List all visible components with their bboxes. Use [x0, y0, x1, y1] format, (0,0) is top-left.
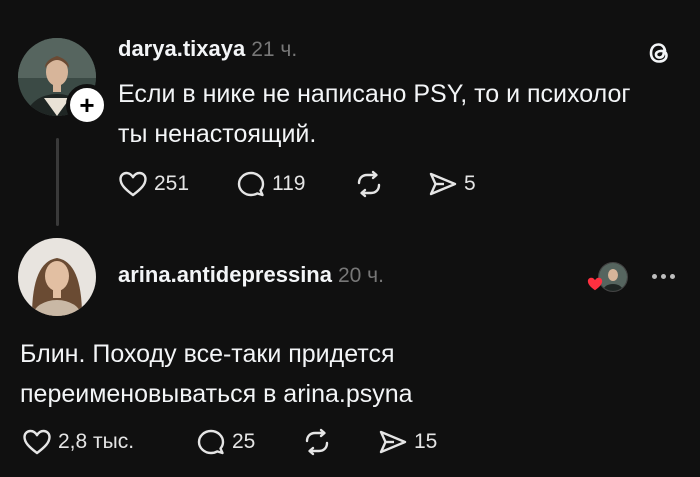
share-button[interactable]: 5 [428, 170, 476, 198]
follow-button[interactable]: + [66, 84, 108, 126]
reply-text-line: Блин. Походу все-таки придется [20, 340, 395, 368]
heart-icon [119, 171, 147, 197]
reply-share-count: 15 [414, 430, 438, 453]
post-username[interactable]: darya.tixaya [118, 36, 245, 62]
send-icon [379, 430, 407, 454]
post-text: Если в нике не написано PSY, то и психол… [118, 74, 678, 154]
post-text-line: Если в нике не написано PSY, то и психол… [118, 80, 631, 108]
reply-text-line: переименовываться в arina.psyna [20, 380, 413, 408]
post-time: 21 ч. [251, 38, 298, 61]
reply-repost-button[interactable] [302, 428, 332, 456]
reply-author-avatar[interactable] [18, 238, 96, 316]
share-count: 5 [464, 172, 476, 195]
comment-icon [237, 171, 265, 197]
repost-icon [305, 428, 329, 456]
reply-like-count: 2,8 тыс. [58, 430, 135, 453]
more-options-icon[interactable] [652, 274, 675, 279]
send-icon [429, 172, 457, 196]
reply-time: 20 ч. [337, 264, 384, 287]
reply-username[interactable]: arina.antidepressina [118, 262, 332, 288]
author-liked-indicator [586, 262, 628, 297]
comment-icon [197, 429, 225, 455]
heart-filled-icon [586, 276, 604, 297]
reply-comment-count: 25 [232, 430, 256, 453]
reply-comment-button[interactable]: 25 [196, 428, 255, 456]
comment-button[interactable]: 119 [236, 170, 305, 198]
post-header: darya.tixaya 21 ч. [118, 36, 297, 62]
thread-line [56, 138, 59, 226]
repost-button[interactable] [354, 170, 384, 198]
like-button[interactable]: 251 [118, 170, 189, 198]
heart-icon [23, 429, 51, 455]
post-text-line: ты ненастоящий. [118, 120, 317, 148]
threads-logo-icon[interactable] [644, 38, 674, 73]
reply-header: arina.antidepressina 20 ч. [118, 262, 384, 288]
reply-share-button[interactable]: 15 [378, 428, 437, 456]
reply-like-button[interactable]: 2,8 тыс. [22, 428, 134, 456]
reply-text: Блин. Походу все-таки придется переимено… [20, 334, 660, 414]
repost-icon [357, 170, 381, 198]
comment-count: 119 [272, 172, 306, 195]
like-count: 251 [154, 172, 190, 195]
